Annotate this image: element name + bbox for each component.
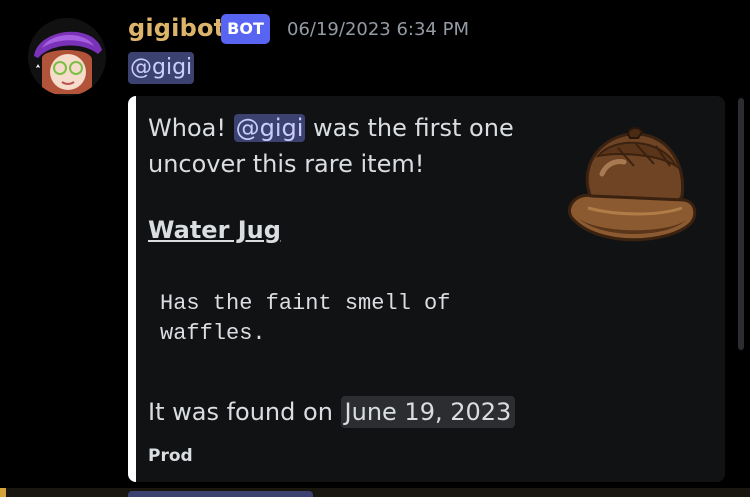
next-message-mention[interactable]: [128, 491, 313, 497]
embed-footer: Prod: [148, 446, 193, 466]
found-date-line: It was found on June 19, 2023: [148, 394, 516, 430]
water-jug-icon[interactable]: [558, 126, 703, 256]
chat-scrollbar[interactable]: [738, 98, 744, 350]
embed-user-mention[interactable]: @gigi: [233, 114, 306, 142]
highlight-accent: [0, 488, 6, 497]
embed-accent-bar: [128, 96, 136, 482]
item-quote-code: Has the faint smell of waffles.: [160, 291, 451, 346]
embed-description: Whoa! @gigi was the first one uncover th…: [148, 110, 538, 182]
bot-tag-badge: BOT: [221, 14, 270, 44]
found-date-timestamp[interactable]: June 19, 2023: [340, 396, 516, 428]
message-embed: Whoa! @gigi was the first one uncover th…: [128, 96, 725, 482]
user-mention[interactable]: @gigi: [128, 52, 195, 84]
author-username[interactable]: gigibot: [128, 14, 225, 42]
next-message-strip: [0, 488, 750, 497]
found-prefix: It was found on: [148, 398, 341, 426]
item-name-heading: Water Jug: [148, 216, 281, 244]
message-timestamp[interactable]: 06/19/2023 6:34 PM: [287, 19, 469, 40]
embed-desc-text: Whoa!: [148, 114, 234, 142]
avatar[interactable]: [28, 18, 106, 96]
